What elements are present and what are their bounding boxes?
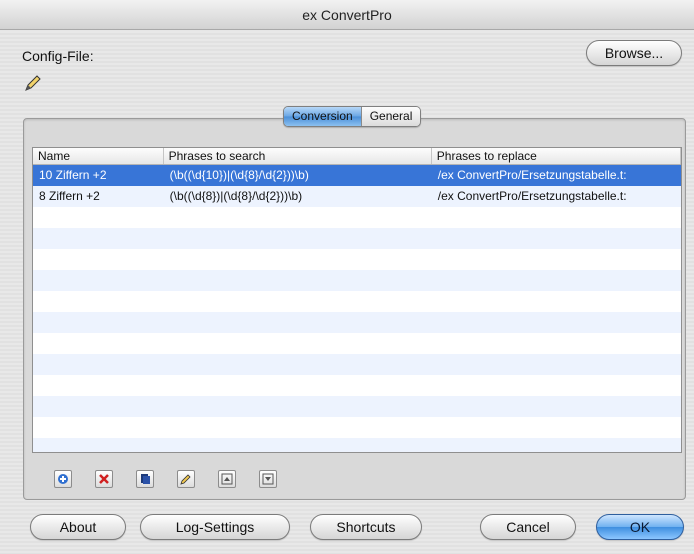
duplicate-icon[interactable] (136, 470, 154, 488)
conversion-table[interactable]: Name Phrases to search Phrases to replac… (32, 147, 682, 453)
tab-bar: Conversion General (283, 106, 422, 127)
table-cell-search (164, 375, 432, 396)
table-cell-name (33, 249, 164, 270)
table-row[interactable] (33, 270, 681, 291)
table-cell-replace (432, 417, 681, 438)
table-row[interactable] (33, 396, 681, 417)
table-cell-search (164, 249, 432, 270)
table-row[interactable] (33, 354, 681, 375)
tab-conversion[interactable]: Conversion (284, 107, 361, 126)
table-cell-replace (432, 291, 681, 312)
table-cell-name (33, 333, 164, 354)
table-cell-name: 8 Ziffern +2 (39, 189, 100, 203)
table-cell-replace (432, 270, 681, 291)
table-cell-replace (432, 396, 681, 417)
table-body: 10 Ziffern +2 (\b((\d{10})|(\d{8}/\d{2}))… (33, 165, 681, 452)
table-header: Name Phrases to search Phrases to replac… (33, 148, 681, 165)
log-settings-button[interactable]: Log-Settings (140, 514, 290, 540)
table-cell-search (164, 228, 432, 249)
table-cell-replace (432, 438, 681, 452)
about-button[interactable]: About (30, 514, 126, 540)
column-header-replace[interactable]: Phrases to replace (432, 148, 681, 164)
table-cell-name (33, 396, 164, 417)
table-row[interactable] (33, 228, 681, 249)
move-up-icon[interactable] (218, 470, 236, 488)
table-cell-replace (432, 375, 681, 396)
table-cell-replace: /ex ConvertPro/Ersetzungstabelle.t: (437, 168, 627, 182)
table-cell-name (33, 375, 164, 396)
table-cell-search (164, 312, 432, 333)
table-row[interactable] (33, 417, 681, 438)
table-cell-search (164, 417, 432, 438)
table-cell-name (33, 228, 164, 249)
table-cell-name (33, 207, 164, 228)
table-cell-search (164, 207, 432, 228)
column-header-search[interactable]: Phrases to search (164, 148, 432, 164)
table-cell-name (33, 270, 164, 291)
table-cell-name (33, 354, 164, 375)
table-cell-search: (\b((\d{10})|(\d{8}/\d{2}))\b) (169, 168, 309, 182)
table-cell-name (33, 438, 164, 452)
table-cell-replace (432, 333, 681, 354)
table-cell-search (164, 270, 432, 291)
cancel-button[interactable]: Cancel (480, 514, 576, 540)
pencil-icon[interactable] (22, 72, 44, 94)
table-cell-search: (\b((\d{8})|(\d{8}/\d{2}))\b) (169, 189, 303, 203)
shortcuts-button[interactable]: Shortcuts (310, 514, 422, 540)
table-cell-search (164, 438, 432, 452)
table-cell-replace (432, 312, 681, 333)
table-row[interactable]: 8 Ziffern +2 (\b((\d{8})|(\d{8}/\d{2}))\b… (33, 186, 681, 207)
table-cell-replace (432, 354, 681, 375)
table-cell-replace (432, 228, 681, 249)
config-file-label: Config-File: (22, 48, 94, 64)
table-row[interactable] (33, 438, 681, 452)
table-cell-replace (432, 249, 681, 270)
tab-general[interactable]: General (360, 107, 421, 126)
table-cell-search (164, 354, 432, 375)
table-row[interactable] (33, 375, 681, 396)
table-row[interactable] (33, 312, 681, 333)
delete-icon[interactable] (95, 470, 113, 488)
window-title-bar: ex ConvertPro (0, 0, 694, 30)
table-cell-name (33, 291, 164, 312)
column-header-name[interactable]: Name (33, 148, 164, 164)
table-cell-replace (432, 207, 681, 228)
table-row[interactable] (33, 333, 681, 354)
table-cell-search (164, 396, 432, 417)
table-cell-name (33, 312, 164, 333)
table-cell-replace: /ex ConvertPro/Ersetzungstabelle.t: (437, 189, 627, 203)
window-title: ex ConvertPro (302, 7, 392, 23)
table-cell-name: 10 Ziffern +2 (39, 168, 107, 182)
browse-button[interactable]: Browse... (586, 40, 682, 66)
add-icon[interactable] (54, 470, 72, 488)
ok-button[interactable]: OK (596, 514, 684, 540)
table-cell-name (33, 417, 164, 438)
table-row[interactable] (33, 207, 681, 228)
table-row[interactable] (33, 291, 681, 312)
table-cell-search (164, 333, 432, 354)
move-down-icon[interactable] (259, 470, 277, 488)
table-row[interactable]: 10 Ziffern +2 (\b((\d{10})|(\d{8}/\d{2}))… (33, 165, 681, 186)
table-cell-search (164, 291, 432, 312)
edit-pencil-icon[interactable] (177, 470, 195, 488)
table-row[interactable] (33, 249, 681, 270)
